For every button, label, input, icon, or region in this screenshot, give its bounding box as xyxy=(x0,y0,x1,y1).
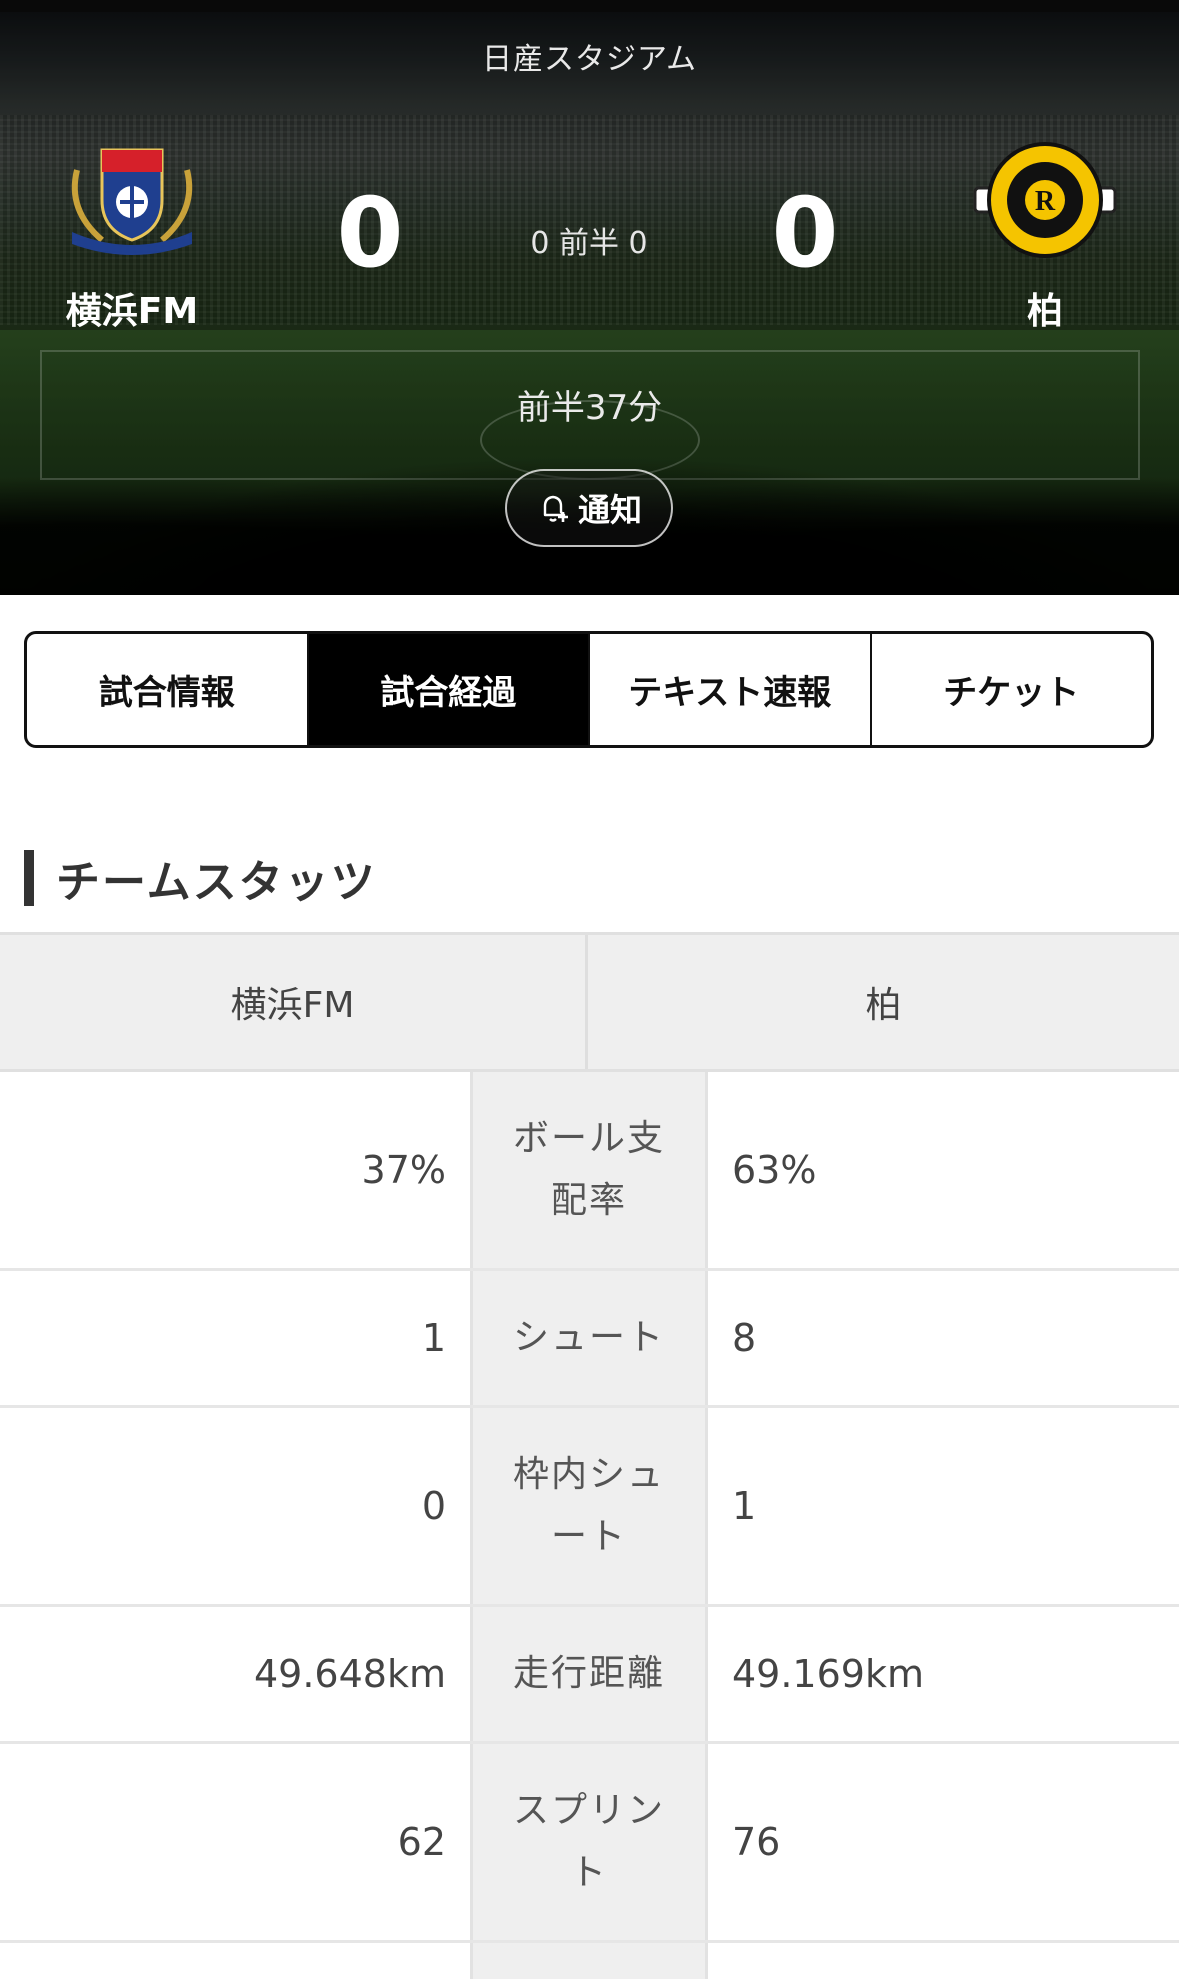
away-team[interactable]: R 柏 xyxy=(955,140,1135,334)
table-row: 1 シュート 8 xyxy=(0,1271,1179,1408)
table-row: 62 スプリント 76 xyxy=(0,1744,1179,1943)
home-team-header: 横浜FM xyxy=(0,935,588,1069)
bell-plus-icon xyxy=(543,495,568,522)
away-team-header: 柏 xyxy=(865,985,902,1026)
stat-label: 走行距離 xyxy=(470,1607,708,1741)
team-stats-table: 横浜FM 柏 37% ボール支配率 63% 1 シュート 8 0 枠内シュート … xyxy=(0,932,1179,1979)
home-score: 0 xyxy=(336,177,404,289)
home-stat-value: 0 xyxy=(421,1484,446,1528)
half-label: 前半 xyxy=(559,226,619,261)
stat-label: スプリント xyxy=(470,1744,708,1940)
stat-label: シュート xyxy=(470,1271,708,1405)
table-row: 37% ボール支配率 63% xyxy=(0,1072,1179,1271)
away-stat-value: 1 xyxy=(732,1484,757,1528)
away-team-name: 柏 xyxy=(1026,291,1063,332)
home-stat-value: 37% xyxy=(361,1148,446,1192)
notify-label: 通知 xyxy=(577,491,642,529)
away-stat-value xyxy=(708,1943,1179,1979)
yokohama-f-marinos-crest-icon xyxy=(71,148,193,255)
tab-match-progress[interactable]: 試合経過 xyxy=(308,634,590,745)
home-team-name: 横浜FM xyxy=(65,291,199,332)
home-stat-value: 1 xyxy=(421,1316,446,1360)
away-stat-value: 49.169km xyxy=(732,1652,924,1696)
away-stat-value: 8 xyxy=(732,1316,757,1360)
table-row xyxy=(0,1943,1179,1979)
stat-label: ボール支配率 xyxy=(470,1072,708,1268)
half-time-score: 0 前半 0 xyxy=(489,218,689,262)
away-score: 0 xyxy=(771,177,839,289)
away-stat-value: 63% xyxy=(732,1148,817,1192)
section-title-bar xyxy=(24,850,34,906)
table-row: 0 枠内シュート 1 xyxy=(0,1408,1179,1607)
match-header: 日産スタジアム 横浜FM 0 0 前半 0 0 R 柏 前半37分 通知 xyxy=(0,0,1179,595)
away-stat-value: 76 xyxy=(732,1820,781,1864)
home-stat-value: 62 xyxy=(397,1820,446,1864)
stats-table-header: 横浜FM 柏 xyxy=(0,932,1179,1072)
tab-tickets[interactable]: チケット xyxy=(872,634,1152,745)
tab-match-info[interactable]: 試合情報 xyxy=(27,634,309,745)
match-tabs: 試合情報 試合経過 テキスト速報 チケット xyxy=(24,631,1154,748)
notify-button[interactable]: 通知 xyxy=(505,469,673,547)
home-stat-value xyxy=(0,1943,470,1979)
tab-text-live[interactable]: テキスト速報 xyxy=(590,634,872,745)
home-team[interactable]: 横浜FM xyxy=(42,140,222,334)
section-title: チームスタッツ xyxy=(24,850,377,908)
stat-label: 枠内シュート xyxy=(470,1408,708,1604)
kashiwa-reysol-crest-icon: R xyxy=(973,142,1117,258)
stat-label xyxy=(470,1943,708,1979)
table-row: 49.648km 走行距離 49.169km xyxy=(0,1607,1179,1744)
venue-name: 日産スタジアム xyxy=(482,42,697,77)
match-clock: 前半37分 xyxy=(516,388,663,428)
home-stat-value: 49.648km xyxy=(254,1652,446,1696)
home-half-score: 0 xyxy=(530,226,550,261)
away-half-score: 0 xyxy=(628,226,648,261)
svg-text:R: R xyxy=(1035,186,1056,217)
team-stats-title: チームスタッツ xyxy=(56,857,377,908)
